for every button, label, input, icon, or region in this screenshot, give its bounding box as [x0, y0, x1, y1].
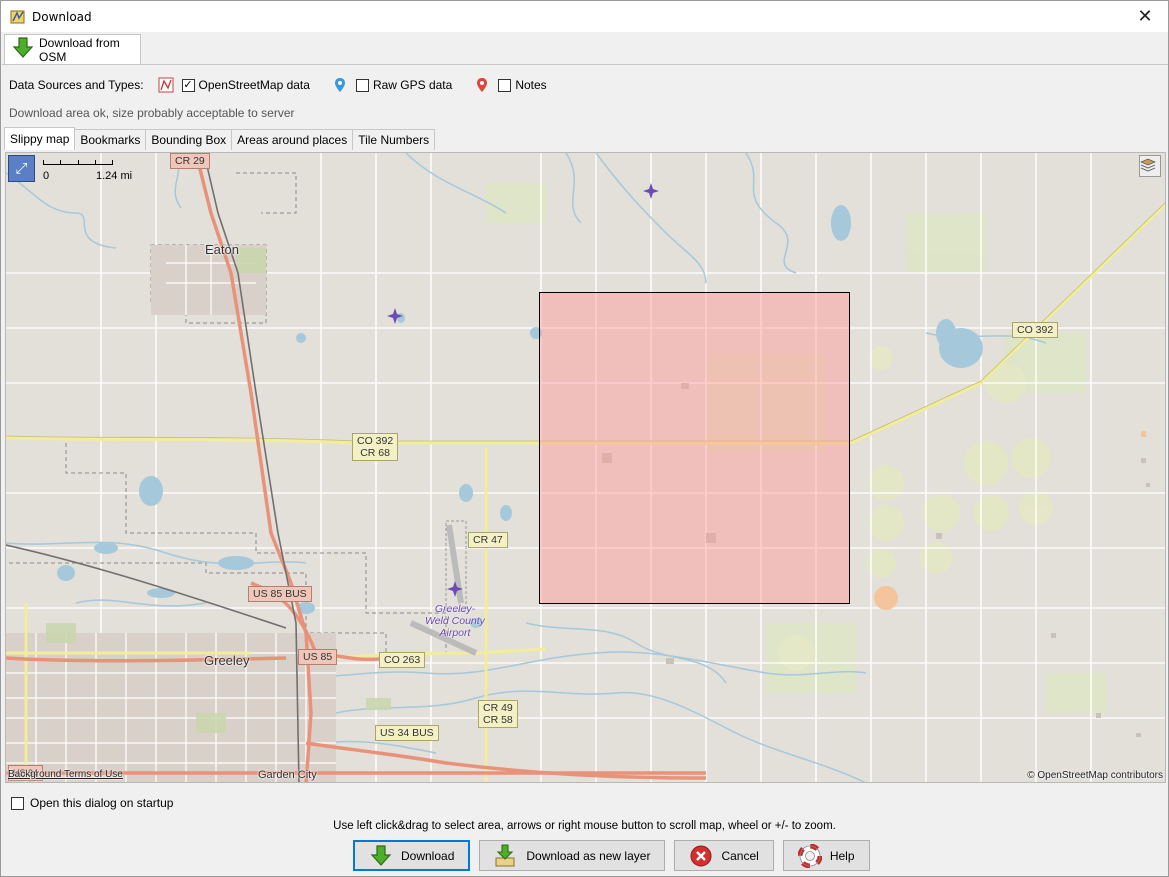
download-arrow-icon [11, 36, 35, 63]
source-osm-data[interactable]: ✓ OpenStreetMap data [158, 77, 310, 93]
scale-zero-label: 0 [43, 170, 50, 182]
shield-cr49-cr58: CR 49 CR 58 [478, 700, 518, 728]
scale-distance-label: 1.24 mi [96, 170, 133, 182]
tab-bounding-box[interactable]: Bounding Box [145, 129, 233, 150]
osm-data-label: OpenStreetMap data [198, 78, 310, 92]
download-label: Download [401, 848, 455, 863]
shield-us34-bus: US 34 BUS [375, 725, 439, 741]
osm-attribution[interactable]: © OpenStreetMap contributors [1027, 770, 1163, 781]
shield-us85: US 85 [298, 649, 338, 665]
airport-label: Greeley- Weld County Airport [425, 603, 485, 639]
shield-us85-bus: US 85 BUS [248, 586, 312, 602]
cancel-icon [689, 844, 713, 868]
area-tabs: Slippy map Bookmarks Bounding Box Areas … [4, 127, 436, 150]
slippy-map[interactable]: ⤢ 0 1.24 mi Eaton Greeley Garden City Gr… [5, 152, 1166, 783]
usage-hint: Use left click&drag to select area, arro… [333, 820, 836, 832]
shield-cr47: CR 47 [468, 532, 508, 548]
notes-label: Notes [515, 78, 547, 92]
shield-cr29: CR 29 [170, 153, 210, 169]
help-button[interactable]: Help [782, 840, 870, 871]
place-greeley: Greeley [204, 653, 250, 668]
size-status-text: Download area ok, size probably acceptab… [9, 106, 295, 120]
notes-pin-icon [474, 77, 490, 93]
data-sources-label: Data Sources and Types: [9, 78, 144, 92]
shield-co263: CO 263 [379, 652, 426, 668]
close-icon[interactable]: ✕ [1122, 1, 1168, 32]
shield-co392: CO 392 [1012, 322, 1059, 338]
download-arrow-icon [369, 844, 393, 868]
osm-data-icon [158, 77, 174, 93]
help-label: Help [829, 848, 855, 863]
title-bar: Download ✕ [1, 1, 1168, 32]
lifebuoy-help-icon [797, 843, 822, 868]
selected-download-area[interactable] [539, 292, 850, 604]
cancel-label: Cancel [721, 848, 759, 863]
download-dialog: Download ✕ Download from OSM Data Source… [0, 0, 1169, 877]
place-garden-city: Garden City [258, 769, 317, 781]
download-new-layer-label: Download as new layer [526, 848, 651, 863]
map-scale-bar: 0 1.24 mi [43, 156, 133, 182]
startup-checkbox[interactable] [11, 796, 24, 810]
tab-tile-numbers[interactable]: Tile Numbers [352, 129, 436, 150]
gps-data-label: Raw GPS data [372, 78, 453, 92]
source-notes[interactable]: Notes [474, 77, 547, 93]
cancel-button[interactable]: Cancel [674, 840, 774, 871]
data-sources-row: Data Sources and Types: ✓ OpenStreetMap … [9, 76, 547, 94]
dialog-buttons: Download Download as new layer Cancel He… [353, 840, 879, 871]
tab-download-from-osm[interactable]: Download from OSM [4, 34, 141, 64]
startup-label: Open this dialog on startup [30, 796, 174, 810]
josm-app-icon [10, 9, 26, 25]
background-terms-link[interactable]: Background Terms of Use [8, 769, 123, 780]
tab-areas-around-places[interactable]: Areas around places [231, 129, 354, 150]
tab-slippy-map[interactable]: Slippy map [4, 127, 76, 150]
tab-bookmarks[interactable]: Bookmarks [74, 129, 147, 150]
layers-icon[interactable] [1139, 155, 1161, 177]
notes-checkbox[interactable] [498, 78, 512, 92]
window-title: Download [32, 9, 92, 24]
gps-pin-icon [332, 77, 348, 93]
gps-data-checkbox[interactable] [355, 78, 369, 92]
osm-data-checkbox[interactable]: ✓ [181, 78, 195, 92]
zoom-to-area-icon[interactable]: ⤢ [8, 155, 35, 182]
shield-co392-cr68: CO 392 CR 68 [352, 433, 399, 461]
download-new-layer-button[interactable]: Download as new layer [479, 840, 666, 871]
source-gps-data[interactable]: Raw GPS data [332, 77, 452, 93]
download-button[interactable]: Download [353, 840, 471, 871]
place-eaton: Eaton [205, 242, 239, 257]
download-layer-icon [494, 843, 518, 868]
open-on-startup[interactable]: Open this dialog on startup [11, 796, 173, 810]
tab-label: Download from OSM [39, 35, 120, 64]
